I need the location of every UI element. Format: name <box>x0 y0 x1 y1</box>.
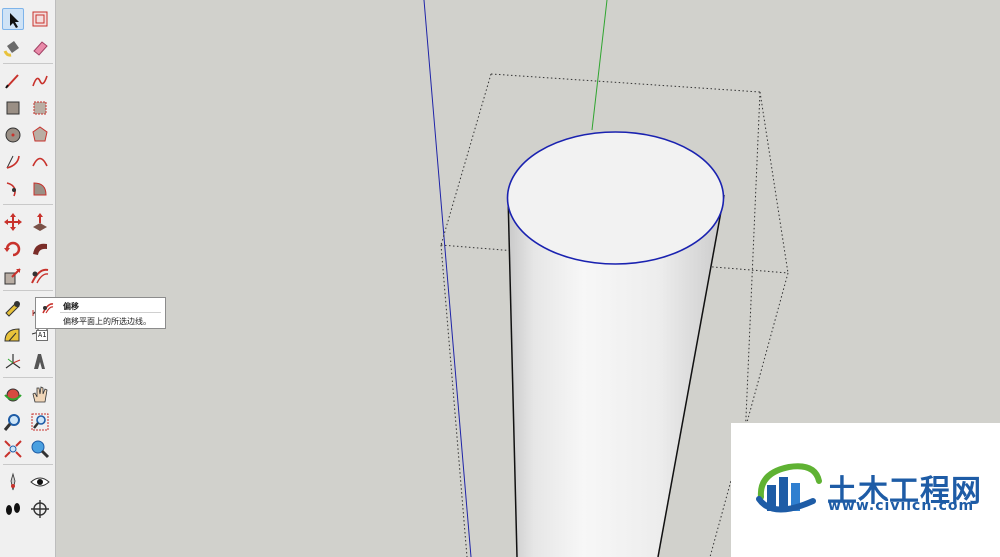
position-camera-icon <box>10 472 16 491</box>
eraser-icon <box>33 41 48 56</box>
move-tool-button[interactable] <box>2 211 24 233</box>
protractor-tool-button[interactable] <box>2 324 24 346</box>
circle-tool-button[interactable] <box>2 124 24 146</box>
shortcut-badge: A1 <box>36 330 49 341</box>
select-arrow-tool-button[interactable] <box>2 8 24 30</box>
zoom-icon <box>3 414 20 431</box>
look-around-eye-icon <box>30 477 50 487</box>
section-plane-tool-button[interactable] <box>29 498 51 520</box>
polygon-tool-button[interactable] <box>29 124 51 146</box>
previous-view-icon <box>31 440 50 459</box>
follow-me-tool-button[interactable] <box>29 238 51 260</box>
3d-text-tool-button[interactable] <box>29 351 51 373</box>
previous-view-tool-button[interactable] <box>29 438 51 460</box>
freehand-icon <box>32 75 48 87</box>
freehand-tool-button[interactable] <box>29 70 51 92</box>
toolbar-separator <box>3 63 53 64</box>
rectangle-tool-button[interactable] <box>2 97 24 119</box>
section-plane-icon <box>31 500 49 518</box>
walk-footsteps-tool-button[interactable] <box>2 498 24 520</box>
axes-tool-button[interactable] <box>2 351 24 373</box>
zoom-extents-tool-button[interactable] <box>2 438 24 460</box>
zoom-window-tool-button[interactable] <box>29 411 51 433</box>
axes-icon <box>5 354 21 369</box>
select-arrow-icon <box>10 13 19 28</box>
pan-hand-icon <box>32 386 48 403</box>
rotated-rectangle-icon <box>33 101 47 115</box>
component-tool-button[interactable] <box>29 8 51 30</box>
green-axis-line <box>591 0 608 131</box>
scale-tool-button[interactable] <box>2 265 24 287</box>
3d-text-icon <box>34 354 45 369</box>
three-point-arc-tool-button[interactable] <box>2 178 24 200</box>
pie-tool-button[interactable] <box>29 178 51 200</box>
pencil-line-tool-button[interactable] <box>2 70 24 92</box>
tooltip-description: 偏移平面上的所选边线。 <box>63 317 151 326</box>
rotate-tool-button[interactable] <box>2 238 24 260</box>
rotated-rectangle-tool-button[interactable] <box>29 97 51 119</box>
tooltip-divider <box>60 312 161 313</box>
paint-bucket-tool-button[interactable] <box>2 37 24 59</box>
arc-tool-button[interactable] <box>2 151 24 173</box>
circle-icon <box>5 127 21 143</box>
look-around-eye-tool-button[interactable] <box>29 471 51 493</box>
three-point-arc-icon <box>6 182 16 197</box>
polygon-icon <box>32 126 48 142</box>
protractor-icon <box>4 328 20 342</box>
tool-palette <box>0 0 56 557</box>
offset-tool-button[interactable] <box>29 265 51 287</box>
zoom-extents-icon <box>4 440 22 458</box>
component-icon <box>32 11 48 27</box>
arc-icon <box>6 155 20 169</box>
orbit-tool-button[interactable] <box>2 384 24 406</box>
push-pull-tool-button[interactable] <box>29 211 51 233</box>
cylinder-top-face[interactable] <box>506 131 725 265</box>
offset-icon <box>31 268 49 284</box>
zoom-tool-button[interactable] <box>2 411 24 433</box>
walk-footsteps-icon <box>6 503 20 515</box>
toolbar-separator <box>3 464 53 465</box>
watermark-url: www.civilcn.com <box>828 498 975 514</box>
blue-axis-line <box>423 0 472 557</box>
toolbar-separator <box>3 377 53 378</box>
eraser-tool-button[interactable] <box>29 37 51 59</box>
zoom-window-icon <box>31 413 49 431</box>
tooltip-offset: 偏移 偏移平面上的所选边线。 <box>35 297 166 329</box>
pie-icon <box>33 182 47 196</box>
rectangle-icon <box>6 101 20 115</box>
push-pull-icon <box>33 213 47 231</box>
toolbar-separator <box>3 204 53 205</box>
position-camera-tool-button[interactable] <box>2 471 24 493</box>
civilcn-logo-icon <box>756 463 822 513</box>
offset-icon <box>42 303 54 314</box>
paint-bucket-icon <box>3 41 19 57</box>
orbit-icon <box>4 388 22 402</box>
rotate-icon <box>4 241 21 257</box>
tape-measure-tool-button[interactable] <box>2 297 24 319</box>
pencil-line-icon <box>5 74 19 89</box>
tooltip-title: 偏移 <box>63 302 79 311</box>
two-point-arc-icon <box>32 157 48 167</box>
pan-hand-tool-button[interactable] <box>29 384 51 406</box>
toolbar-separator <box>3 290 53 291</box>
move-icon <box>4 213 22 231</box>
follow-me-icon <box>33 243 47 255</box>
watermark-logo: 土木工程网 www.civilcn.com <box>731 423 1000 557</box>
scale-icon <box>4 268 21 285</box>
two-point-arc-tool-button[interactable] <box>29 151 51 173</box>
tape-measure-icon <box>5 301 20 317</box>
